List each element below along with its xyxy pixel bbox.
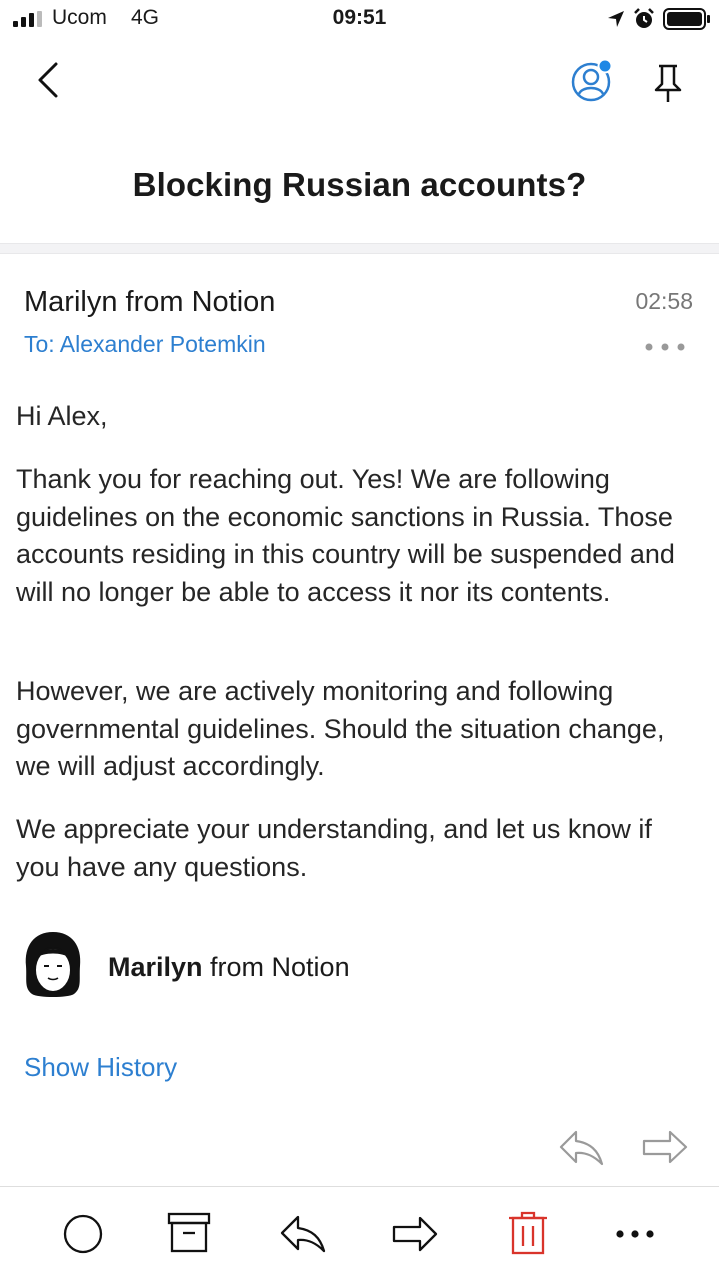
- forward-icon: [642, 1130, 688, 1164]
- alarm-clock-icon: [634, 8, 654, 28]
- recipient-line[interactable]: To: Alexander Potemkin: [24, 331, 266, 358]
- avatar: [25, 932, 81, 997]
- contact-icon: [571, 58, 613, 102]
- reply-button[interactable]: [278, 1209, 328, 1259]
- location-arrow-icon: [608, 11, 624, 27]
- more-icon: [616, 1230, 654, 1238]
- battery-icon: [663, 8, 710, 30]
- delete-button[interactable]: [503, 1209, 553, 1259]
- pin-icon: [654, 64, 682, 102]
- email-paragraph: However, we are actively monitoring and …: [16, 676, 665, 781]
- contact-button[interactable]: [570, 58, 616, 104]
- email-paragraph: We appreciate your understanding, and le…: [16, 814, 652, 882]
- more-horizontal-icon: [645, 343, 685, 351]
- forward-inline-button[interactable]: [640, 1128, 690, 1168]
- reply-icon: [280, 1215, 326, 1253]
- pin-button[interactable]: [648, 60, 688, 106]
- reply-icon: [559, 1130, 604, 1166]
- email-paragraph: Thank you for reaching out. Yes! We are …: [16, 464, 675, 607]
- email-greeting: Hi Alex,: [16, 401, 108, 431]
- forward-icon: [392, 1216, 438, 1252]
- email-detail-screen: Ucom 4G 09:51 Blocking Russian accounts?…: [0, 0, 719, 1280]
- mark-unread-button[interactable]: [58, 1209, 108, 1259]
- email-time: 02:58: [635, 288, 693, 314]
- more-button[interactable]: [610, 1209, 660, 1259]
- reply-inline-button[interactable]: [558, 1128, 606, 1168]
- archive-icon: [167, 1212, 211, 1253]
- signature-org: from Notion: [202, 952, 350, 982]
- signature: Marilyn from Notion: [108, 952, 350, 983]
- forward-button[interactable]: [390, 1209, 440, 1259]
- signature-name: Marilyn: [108, 952, 203, 982]
- chevron-left-icon: [38, 62, 58, 98]
- status-bar: Ucom 4G 09:51: [0, 0, 719, 40]
- trash-icon: [509, 1211, 547, 1255]
- nav-bar: [0, 42, 719, 122]
- more-options-button[interactable]: [643, 340, 687, 354]
- circle-icon: [63, 1214, 103, 1254]
- archive-button[interactable]: [164, 1209, 214, 1259]
- divider: [0, 243, 719, 254]
- sender-name[interactable]: Marilyn from Notion: [24, 286, 275, 319]
- email-subject: Blocking Russian accounts?: [132, 166, 587, 203]
- back-button[interactable]: [30, 56, 70, 106]
- show-history-link[interactable]: Show History: [24, 1052, 177, 1083]
- bottom-toolbar: [0, 1186, 719, 1280]
- status-icons: [607, 7, 711, 31]
